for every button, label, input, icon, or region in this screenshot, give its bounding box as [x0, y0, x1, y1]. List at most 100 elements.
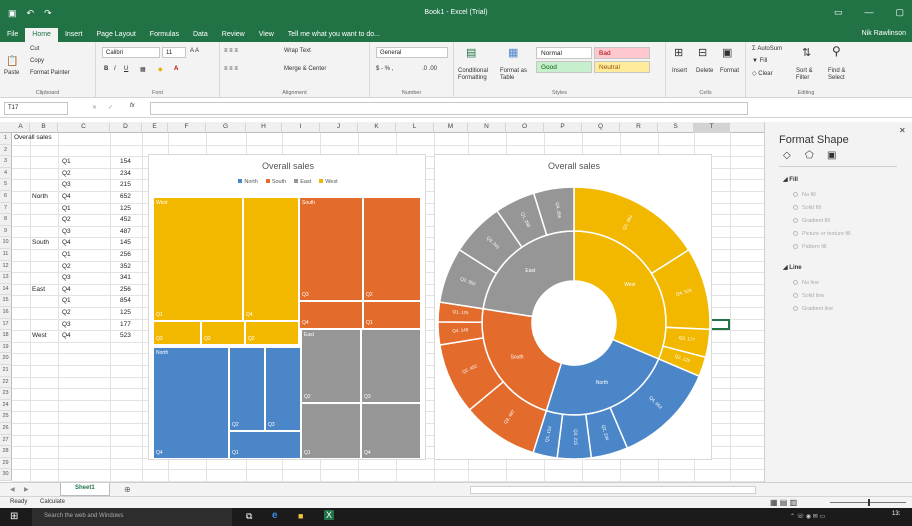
- row-header-13[interactable]: 13: [0, 272, 12, 284]
- column-header-c[interactable]: C: [58, 123, 110, 133]
- treemap-cell-north[interactable]: North Q4: [153, 347, 229, 459]
- treemap-chart[interactable]: Overall sales North South East West West Q1 Q4 Q…: [148, 154, 426, 460]
- column-header-r[interactable]: R: [620, 123, 658, 133]
- row-header-8[interactable]: 8: [0, 214, 12, 226]
- cell-region[interactable]: South: [32, 239, 49, 246]
- column-header-h[interactable]: H: [246, 123, 282, 133]
- column-header-s[interactable]: S: [658, 123, 694, 133]
- treemap-cell-west[interactable]: West Q1: [153, 197, 243, 321]
- font-grow-icon[interactable]: A A: [190, 48, 199, 54]
- sheet-tab-sheet1[interactable]: Sheet1: [60, 483, 110, 496]
- sunburst-chart[interactable]: Overall sales West Q1, 854 Q4, 523 Q3, 177 Q2…: [434, 154, 712, 460]
- row-header-26[interactable]: 26: [0, 423, 12, 435]
- cell-value[interactable]: 125: [120, 205, 131, 212]
- cell-quarter[interactable]: Q4: [62, 239, 71, 246]
- row-header-15[interactable]: 15: [0, 295, 12, 307]
- insert-cells-icon[interactable]: ⊞: [674, 46, 683, 59]
- row-header-29[interactable]: 29: [0, 457, 12, 470]
- cell-quarter[interactable]: Q3: [62, 321, 71, 328]
- insert-button[interactable]: Insert: [672, 68, 687, 74]
- column-header-e[interactable]: E: [142, 123, 168, 133]
- tab-tell-me-what-you-want-to-do[interactable]: Tell me what you want to do...: [281, 28, 387, 42]
- new-sheet-button[interactable]: ⊕: [124, 485, 131, 494]
- fill-color-icon[interactable]: ◆: [158, 66, 163, 73]
- cell-value[interactable]: 215: [120, 181, 131, 188]
- effects-icon[interactable]: ⬠: [805, 150, 814, 161]
- fill-option[interactable]: No fill: [793, 192, 816, 198]
- conditional-formatting-icon[interactable]: ▤: [466, 46, 476, 59]
- cell-quarter[interactable]: Q4: [62, 286, 71, 293]
- size-properties-icon[interactable]: ▣: [827, 150, 836, 161]
- treemap-cell-west[interactable]: Q4: [243, 197, 299, 321]
- worksheet[interactable]: ABCDEFGHIJKLMNOPQRST 1 2 3 4 5 6 7 8 9 10 11 12 13 14…: [0, 122, 764, 482]
- clear-button[interactable]: ◇ Clear: [752, 70, 773, 77]
- decimal-icon[interactable]: .0 .00: [422, 66, 437, 72]
- radio-icon[interactable]: [793, 306, 798, 312]
- row-header-2[interactable]: 2: [0, 144, 12, 157]
- column-header-d[interactable]: D: [110, 123, 142, 133]
- fill-option[interactable]: Solid fill: [793, 205, 821, 211]
- treemap-cell-west[interactable]: Q3: [153, 321, 201, 345]
- column-header-g[interactable]: G: [206, 123, 246, 133]
- tab-data[interactable]: Data: [186, 28, 215, 42]
- column-header-k[interactable]: K: [358, 123, 396, 133]
- enter-icon[interactable]: ✓: [108, 104, 113, 111]
- treemap-cell-east[interactable]: East Q2: [301, 329, 361, 403]
- status-calculate[interactable]: Calculate: [40, 499, 65, 505]
- fill-option[interactable]: Picture or texture fill: [793, 231, 851, 237]
- row-header-1[interactable]: 1: [0, 133, 12, 145]
- fill-line-icon[interactable]: ◇: [783, 150, 791, 161]
- user-name[interactable]: Nik Rawlinson: [862, 30, 906, 37]
- cell-quarter[interactable]: Q3: [62, 228, 71, 235]
- fill-button[interactable]: ▼ Fill: [752, 58, 767, 64]
- treemap-cell-south[interactable]: Q1: [363, 301, 421, 329]
- treemap-cell-south[interactable]: Q2: [363, 197, 421, 301]
- radio-icon[interactable]: [793, 244, 798, 250]
- find-icon[interactable]: ⚲: [832, 44, 841, 58]
- treemap-cell-east[interactable]: Q4: [361, 403, 421, 459]
- paste-button[interactable]: Paste: [4, 70, 19, 76]
- cell-value[interactable]: 523: [120, 332, 131, 339]
- row-header-12[interactable]: 12: [0, 260, 12, 273]
- column-header-p[interactable]: P: [544, 123, 582, 133]
- line-option[interactable]: No line: [793, 280, 819, 286]
- fill-option[interactable]: Pattern fill: [793, 244, 826, 250]
- cell-quarter[interactable]: Q3: [62, 274, 71, 281]
- delete-cells-icon[interactable]: ⊟: [698, 46, 707, 59]
- cell-value[interactable]: 652: [120, 193, 131, 200]
- cell-value[interactable]: 256: [120, 251, 131, 258]
- tab-home[interactable]: Home: [25, 28, 58, 42]
- cell-quarter[interactable]: Q1: [62, 251, 71, 258]
- explorer-icon[interactable]: ■: [298, 511, 303, 521]
- italic-button[interactable]: I: [114, 66, 116, 72]
- radio-icon[interactable]: [793, 280, 798, 286]
- row-header-20[interactable]: 20: [0, 353, 12, 365]
- minimize-button[interactable]: —: [864, 7, 873, 18]
- column-header-j[interactable]: J: [320, 123, 358, 133]
- row-header-7[interactable]: 7: [0, 202, 12, 215]
- edge-icon[interactable]: e: [272, 510, 278, 521]
- task-view-icon[interactable]: ⧉: [246, 511, 252, 522]
- prev-sheet-icon[interactable]: ◀: [10, 486, 15, 493]
- column-header-o[interactable]: O: [506, 123, 544, 133]
- align-left-icon[interactable]: ≡ ≡ ≡: [224, 66, 238, 72]
- treemap-cell-west[interactable]: Q2: [245, 321, 299, 345]
- row-header-4[interactable]: 4: [0, 167, 12, 180]
- fx-button[interactable]: fx: [130, 103, 135, 109]
- format-button[interactable]: Format: [720, 68, 739, 74]
- cell-quarter[interactable]: Q1: [62, 158, 71, 165]
- conditional-formatting-button[interactable]: Conditional Formatting: [458, 68, 496, 82]
- cell-quarter[interactable]: Q2: [62, 263, 71, 270]
- wrap-text-button[interactable]: Wrap Text: [284, 48, 311, 54]
- column-header-q[interactable]: Q: [582, 123, 620, 133]
- fill-option[interactable]: Gradient fill: [793, 218, 830, 224]
- delete-button[interactable]: Delete: [696, 68, 713, 74]
- row-header-10[interactable]: 10: [0, 237, 12, 249]
- font-color-icon[interactable]: A: [174, 66, 178, 72]
- next-sheet-icon[interactable]: ▶: [24, 486, 29, 493]
- row-header-24[interactable]: 24: [0, 399, 12, 412]
- underline-button[interactable]: U: [124, 66, 128, 72]
- merge-center-button[interactable]: Merge & Center: [284, 66, 326, 72]
- treemap-cell-east[interactable]: Q1: [301, 403, 361, 459]
- row-header-19[interactable]: 19: [0, 341, 12, 354]
